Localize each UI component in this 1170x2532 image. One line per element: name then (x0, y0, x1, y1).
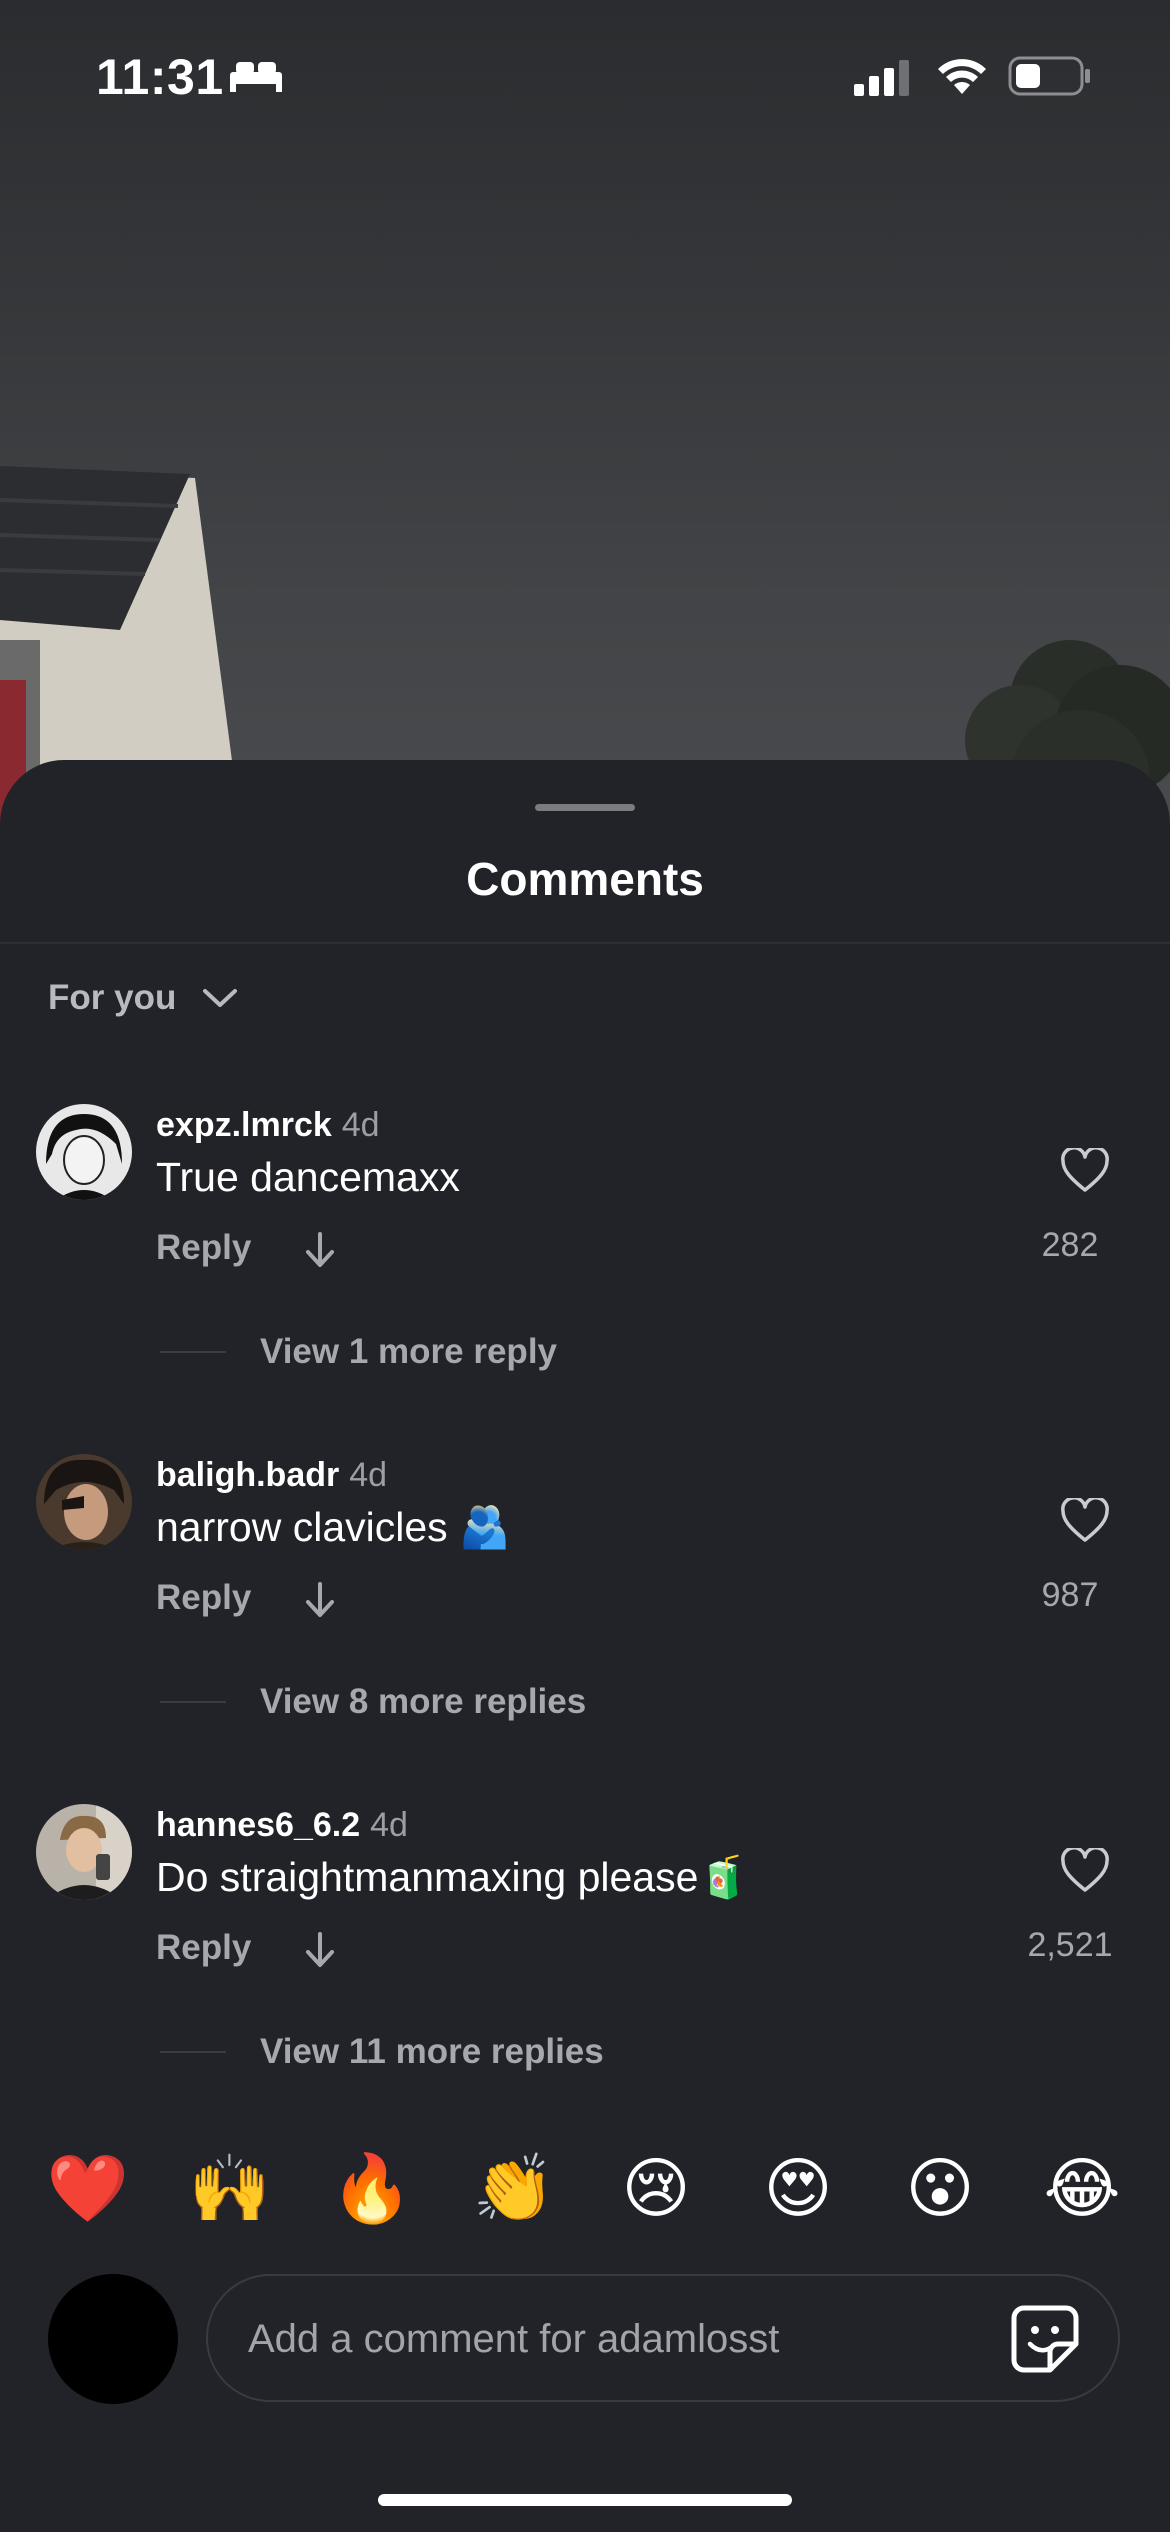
arrow-down-icon[interactable] (302, 1230, 338, 1270)
emoji-raised-hands-button[interactable]: 🙌 (180, 2148, 280, 2228)
reply-button[interactable]: Reply (156, 1928, 251, 1968)
view-more-replies-label: View 1 more reply (260, 1332, 558, 1371)
home-indicator[interactable] (378, 2494, 792, 2506)
comment-username[interactable]: expz.lmrck (156, 1106, 332, 1144)
view-more-replies-label: View 8 more replies (260, 1682, 587, 1721)
emoji-crying-button[interactable]: 😢 (606, 2148, 706, 2228)
reply-button[interactable]: Reply (156, 1228, 251, 1268)
comment-item: baligh.badr 4d narrow clavicles 🫂 Reply 9… (0, 1454, 1170, 1784)
view-more-replies-button[interactable]: View 11 more replies (160, 2032, 604, 2072)
like-count: 2,521 (1027, 1926, 1113, 1964)
thread-line (160, 2051, 226, 2053)
like-count: 987 (1041, 1576, 1099, 1614)
view-more-replies-button[interactable]: View 8 more replies (160, 1682, 586, 1722)
emoji-laughing-button[interactable]: 😂 (1032, 2148, 1132, 2228)
emoji-heart-eyes-button[interactable]: 😍 (748, 2148, 848, 2228)
quick-emoji-bar: ❤️ 🙌 🔥 👏 😢 😍 😮 😂 (0, 2148, 1170, 2228)
status-time: 11:31 (96, 49, 224, 105)
battery-icon (1008, 56, 1090, 96)
emoji-surprised-button[interactable]: 😮 (890, 2148, 990, 2228)
emoji-heart-button[interactable]: ❤️ (38, 2148, 138, 2228)
sort-filter-label: For you (48, 978, 177, 1017)
avatar[interactable] (36, 1104, 132, 1200)
comment-item: hannes6_6.2 4d Do straightmanmaxing pleas… (0, 1804, 1170, 2134)
comment-input-box[interactable] (206, 2274, 1120, 2402)
comment-text: narrow clavicles 🫂 (156, 1504, 511, 1550)
reply-button[interactable]: Reply (156, 1578, 251, 1618)
comment-age: 4d (349, 1456, 388, 1494)
arrow-down-icon[interactable] (302, 1580, 338, 1620)
avatar[interactable] (36, 1454, 132, 1550)
view-more-replies-button[interactable]: View 1 more reply (160, 1332, 557, 1372)
bed-icon (230, 62, 282, 92)
heart-icon[interactable] (1060, 1498, 1110, 1544)
comment-header: baligh.badr 4d (156, 1456, 387, 1495)
heart-icon[interactable] (1060, 1848, 1110, 1894)
cellular-signal-icon (854, 60, 909, 96)
comment-age: 4d (370, 1806, 408, 1844)
comment-age: 4d (341, 1106, 380, 1144)
divider (0, 942, 1170, 944)
comment-header: expz.lmrck 4d (156, 1106, 380, 1145)
thread-line (160, 1701, 226, 1703)
sheet-title: Comments (466, 853, 704, 905)
like-count: 282 (1041, 1226, 1099, 1264)
comment-text: Do straightmanmaxing please🧃 (156, 1854, 750, 1900)
heart-icon[interactable] (1060, 1148, 1110, 1194)
emoji-fire-button[interactable]: 🔥 (322, 2148, 422, 2228)
avatar[interactable] (36, 1804, 132, 1900)
arrow-down-icon[interactable] (302, 1930, 338, 1970)
status-bar: 11:31 (0, 0, 1170, 150)
emoji-clap-button[interactable]: 👏 (464, 2148, 564, 2228)
view-more-replies-label: View 11 more replies (260, 2032, 604, 2071)
current-user-avatar[interactable] (48, 2274, 178, 2404)
sort-filter-dropdown[interactable]: For you (48, 978, 238, 1018)
thread-line (160, 1351, 226, 1353)
wifi-icon (938, 59, 986, 94)
comment-username[interactable]: hannes6_6.2 (156, 1806, 360, 1844)
sticker-icon[interactable] (1010, 2304, 1080, 2374)
comment-composer-area: ❤️ 🙌 🔥 👏 😢 😍 😮 😂 (0, 2098, 1170, 2532)
comment-username[interactable]: baligh.badr (156, 1456, 339, 1494)
comment-header: hannes6_6.2 4d (156, 1806, 408, 1845)
comment-input[interactable] (246, 2276, 970, 2402)
comment-item: expz.lmrck 4d True dancemaxx Reply 282 Vi… (0, 1104, 1170, 1434)
comment-text: True dancemaxx (156, 1154, 460, 1200)
sheet-grabber[interactable] (535, 804, 635, 811)
chevron-down-icon (203, 989, 238, 1007)
